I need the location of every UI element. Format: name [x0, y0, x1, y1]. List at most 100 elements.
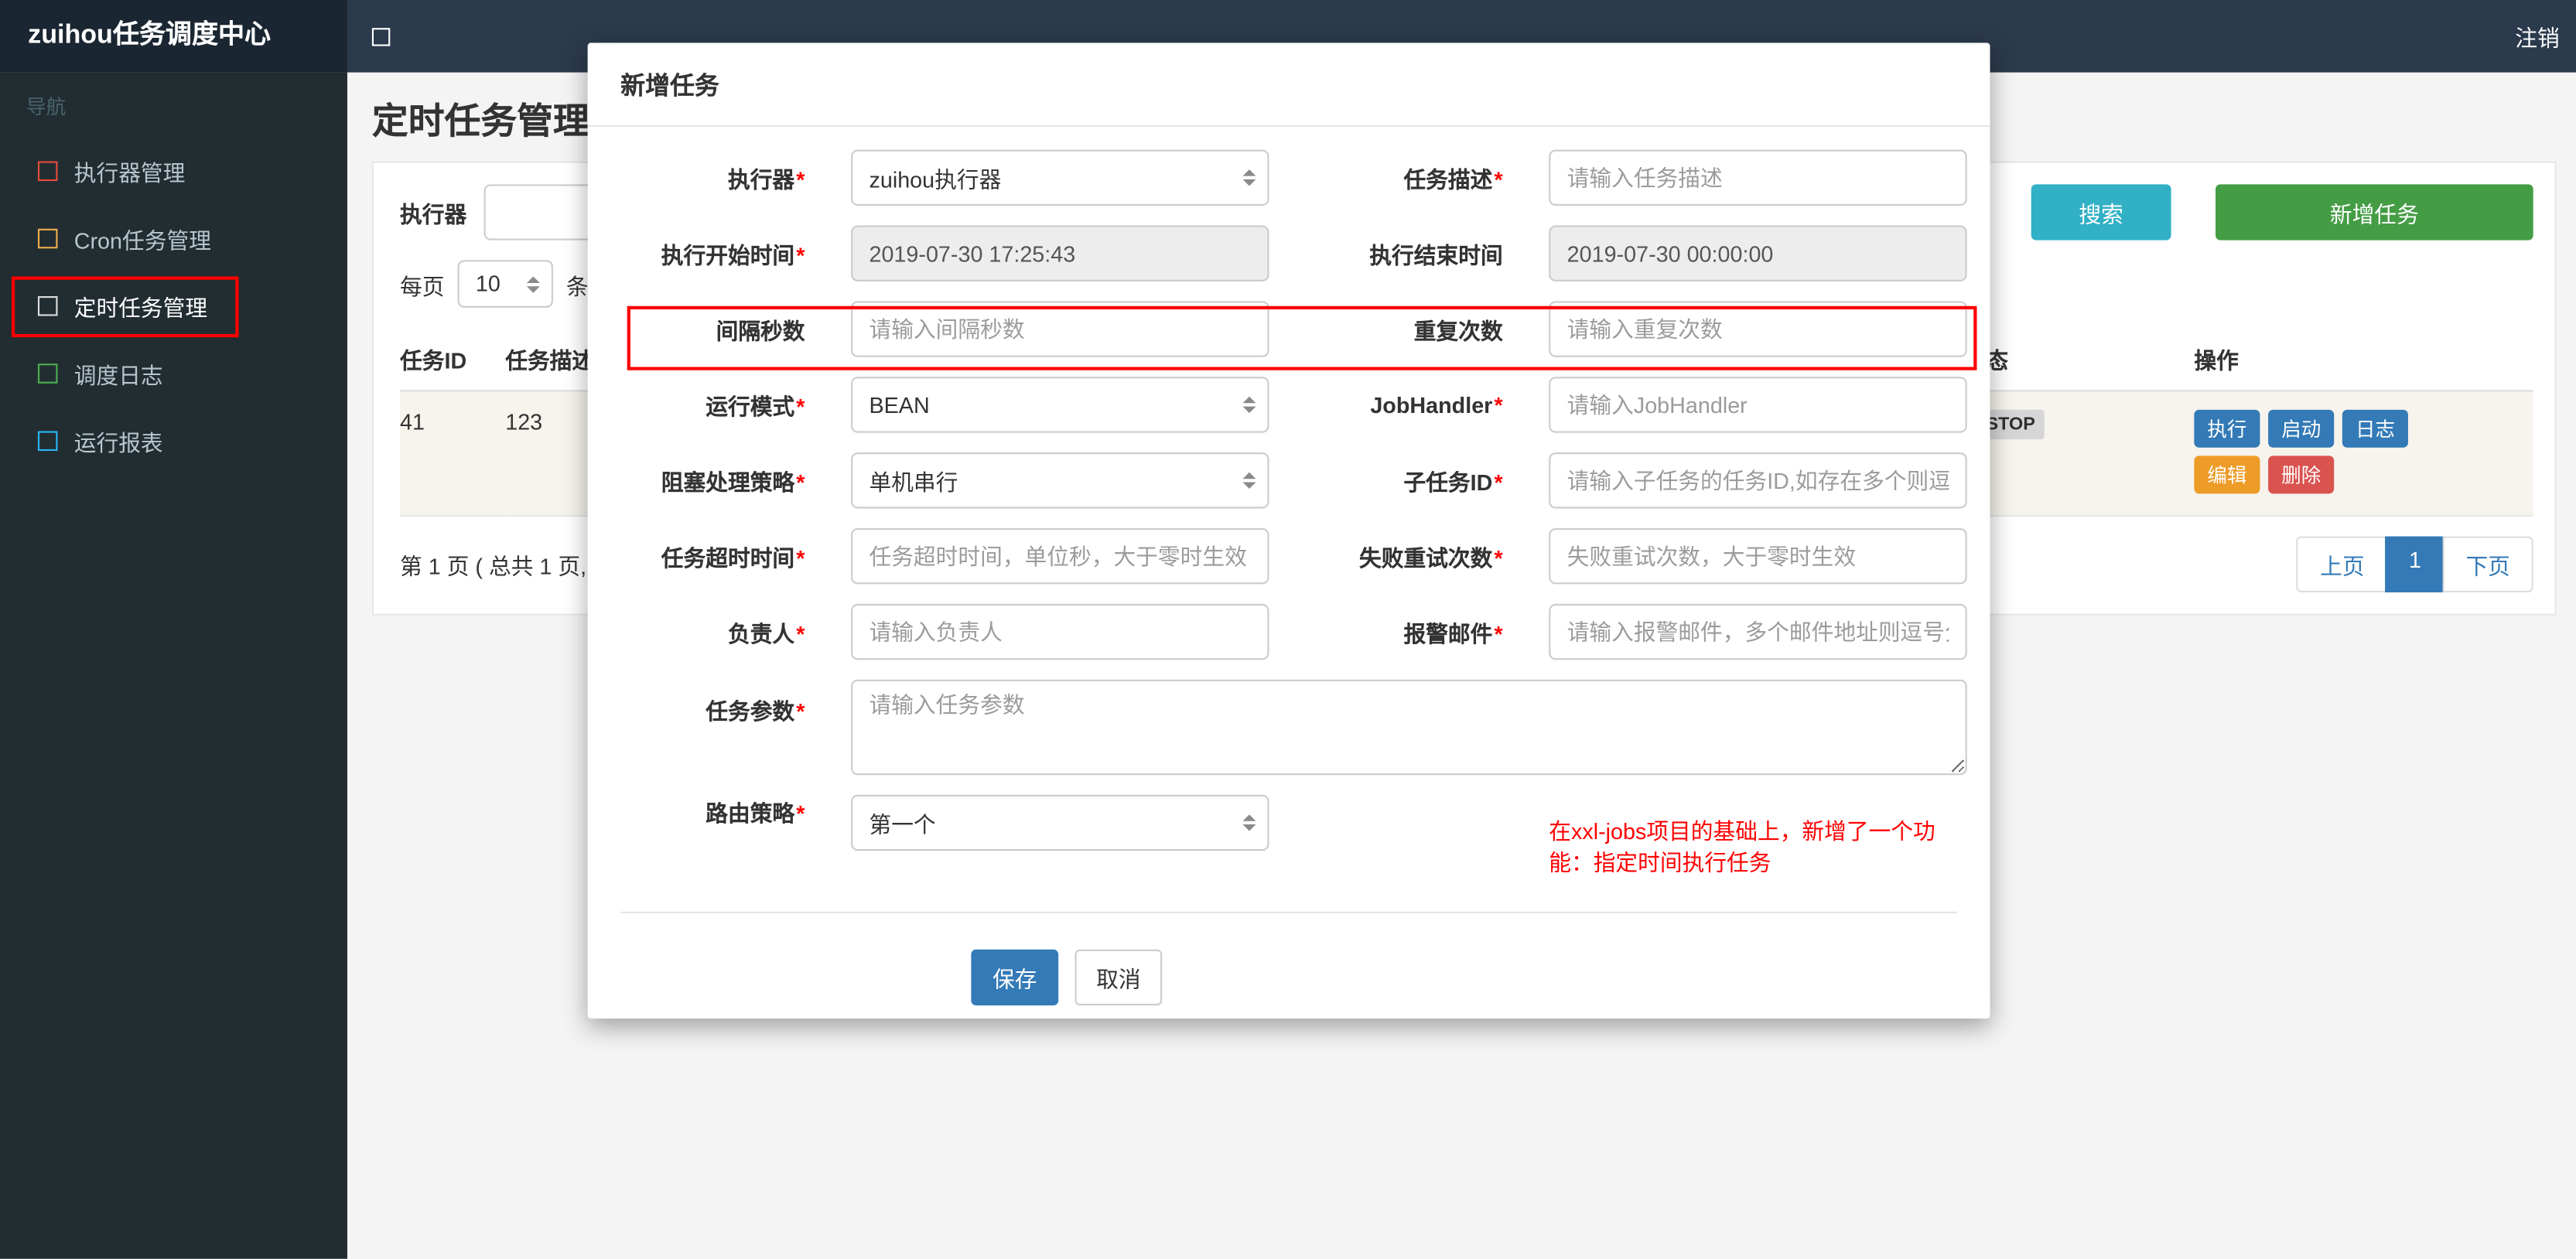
- required-asterisk: *: [796, 168, 805, 193]
- square-icon: [37, 295, 58, 316]
- required-asterisk: *: [796, 243, 805, 268]
- square-icon: [37, 160, 58, 180]
- timeout-input[interactable]: [851, 528, 1269, 585]
- required-asterisk: *: [796, 622, 805, 647]
- prev-page-button[interactable]: 上页: [2297, 536, 2388, 593]
- child-job-label: 子任务ID *: [1403, 470, 1503, 496]
- job-handler-label: JobHandler *: [1370, 392, 1503, 418]
- alarm-email-input[interactable]: [1549, 603, 1967, 660]
- executor-filter-label: 执行器: [400, 202, 467, 227]
- logout-link[interactable]: 注销: [2512, 20, 2563, 53]
- required-asterisk: *: [796, 801, 805, 827]
- form-row-route-strategy: 路由策略 * 第一个 在xxl-jobs项目的基础上，新增了一个功能：指定时间执行…: [620, 794, 1967, 879]
- required-asterisk: *: [796, 699, 805, 725]
- sidebar: 导航 执行器管理 Cron任务管理 定时任务管理 调度日志 运行报表: [0, 72, 347, 1259]
- repeat-input[interactable]: [1549, 301, 1967, 357]
- select-stepper-icon: [1242, 472, 1256, 489]
- add-job-button[interactable]: 新增任务: [2216, 184, 2533, 241]
- owner-input[interactable]: [851, 603, 1269, 660]
- form-row-interval-repeat: 间隔秒数 重复次数: [620, 301, 1967, 357]
- child-job-input[interactable]: [1549, 452, 1967, 509]
- job-param-textarea[interactable]: [851, 679, 1967, 776]
- end-time-input[interactable]: [1549, 225, 1967, 281]
- route-strategy-label: 路由策略 *: [705, 801, 805, 827]
- modal-footer: 保存 取消: [620, 913, 1967, 1006]
- cancel-button[interactable]: 取消: [1074, 949, 1163, 1006]
- form-row-job-param: 任务参数 *: [620, 679, 1967, 776]
- sidebar-item-dispatch-log[interactable]: 调度日志: [0, 339, 347, 406]
- next-page-button[interactable]: 下页: [2442, 536, 2533, 593]
- alarm-email-label: 报警邮件 *: [1403, 622, 1503, 647]
- col-header-job-id: 任务ID: [400, 327, 506, 392]
- select-stepper-icon: [1242, 169, 1256, 186]
- cell-job-id: 41: [400, 391, 506, 517]
- select-stepper-icon: [1242, 396, 1256, 414]
- retry-label: 失败重试次数 *: [1358, 546, 1503, 571]
- square-icon: [37, 430, 58, 450]
- required-asterisk: *: [1494, 168, 1503, 193]
- executor-label: 执行器 *: [727, 168, 805, 193]
- sidebar-item-label: Cron任务管理: [73, 227, 211, 253]
- sidebar-nav: 执行器管理 Cron任务管理 定时任务管理 调度日志 运行报表: [0, 137, 347, 474]
- required-asterisk: *: [1494, 546, 1503, 571]
- block-strategy-select[interactable]: 单机串行: [851, 452, 1269, 509]
- form-row-owner-email: 负责人* 报警邮件*: [620, 603, 1967, 660]
- per-page-select[interactable]: 10: [457, 260, 553, 308]
- form-row-times: 执行开始时间* 执行结束时间: [620, 225, 1967, 281]
- route-strategy-select[interactable]: 第一个: [851, 794, 1269, 851]
- start-time-label: 执行开始时间 *: [661, 243, 805, 268]
- sidebar-item-run-report[interactable]: 运行报表: [0, 407, 347, 474]
- required-asterisk: *: [1494, 392, 1503, 418]
- select-stepper-icon: [1242, 814, 1256, 831]
- start-time-input[interactable]: [851, 225, 1269, 281]
- col-header-status: 状态: [1963, 327, 2195, 392]
- glue-type-select[interactable]: BEAN: [851, 377, 1269, 433]
- sidebar-item-scheduled-job-management[interactable]: 定时任务管理: [0, 271, 347, 339]
- square-icon: [37, 227, 58, 248]
- save-button[interactable]: 保存: [971, 949, 1059, 1006]
- delete-button[interactable]: 删除: [2268, 455, 2335, 494]
- select-value: BEAN: [869, 392, 930, 418]
- sidebar-item-label: 调度日志: [73, 363, 163, 388]
- interval-label: 间隔秒数: [716, 319, 805, 344]
- run-button[interactable]: 执行: [2194, 409, 2260, 448]
- job-desc-label: 任务描述 *: [1403, 168, 1503, 193]
- app-brand: zuihou任务调度中心: [0, 0, 347, 73]
- end-time-label: 执行结束时间: [1369, 243, 1503, 268]
- timeout-label: 任务超时时间 *: [661, 546, 805, 571]
- sidebar-toggle-icon[interactable]: [371, 27, 391, 46]
- select-value: 10: [475, 271, 501, 297]
- form-row-block-child: 阻塞处理策略 * 单机串行 子任务ID *: [620, 452, 1967, 509]
- sidebar-item-label: 执行器管理: [73, 160, 186, 186]
- sidebar-section-label: 导航: [26, 95, 67, 119]
- required-asterisk: *: [1494, 470, 1503, 496]
- action-row-2: 编辑 删除: [2194, 455, 2520, 494]
- executor-select[interactable]: zuihou执行器: [851, 149, 1269, 206]
- form-row-executor-desc: 执行器 * zuihou执行器 任务描述 *: [620, 149, 1967, 206]
- job-desc-input[interactable]: [1549, 149, 1967, 206]
- job-param-label: 任务参数 *: [705, 699, 805, 725]
- action-row-1: 执行 启动 日志: [2194, 409, 2520, 448]
- sidebar-item-cron-job-management[interactable]: Cron任务管理: [0, 204, 347, 271]
- glue-type-label: 运行模式 *: [705, 394, 805, 420]
- retry-input[interactable]: [1549, 528, 1967, 585]
- pagination-info: 第 1 页 ( 总共 1 页, 1: [400, 554, 606, 579]
- job-handler-input[interactable]: [1549, 377, 1967, 433]
- search-button[interactable]: 搜索: [2031, 184, 2171, 241]
- select-stepper-icon: [526, 275, 540, 292]
- form-row-timeout-retry: 任务超时时间* 失败重试次数*: [620, 528, 1967, 585]
- cell-actions: 执行 启动 日志 编辑 删除: [2194, 391, 2533, 517]
- modal-header: 新增任务: [587, 43, 1990, 127]
- log-button[interactable]: 日志: [2342, 409, 2409, 448]
- repeat-label: 重复次数: [1413, 319, 1503, 344]
- app-root: zuihou任务调度中心 注销 导航 执行器管理 Cron任务管理 定时任务管理: [0, 0, 2576, 1259]
- interval-input[interactable]: [851, 301, 1269, 357]
- col-header-actions: 操作: [2194, 327, 2533, 392]
- current-page-button[interactable]: 1: [2386, 536, 2444, 593]
- sidebar-item-label: 定时任务管理: [73, 295, 208, 320]
- edit-button[interactable]: 编辑: [2194, 455, 2260, 494]
- per-page-prefix-label: 每页: [400, 274, 445, 299]
- start-button[interactable]: 启动: [2268, 409, 2335, 448]
- sidebar-item-executor-management[interactable]: 执行器管理: [0, 137, 347, 204]
- cell-status: □ STOP: [1963, 391, 2195, 517]
